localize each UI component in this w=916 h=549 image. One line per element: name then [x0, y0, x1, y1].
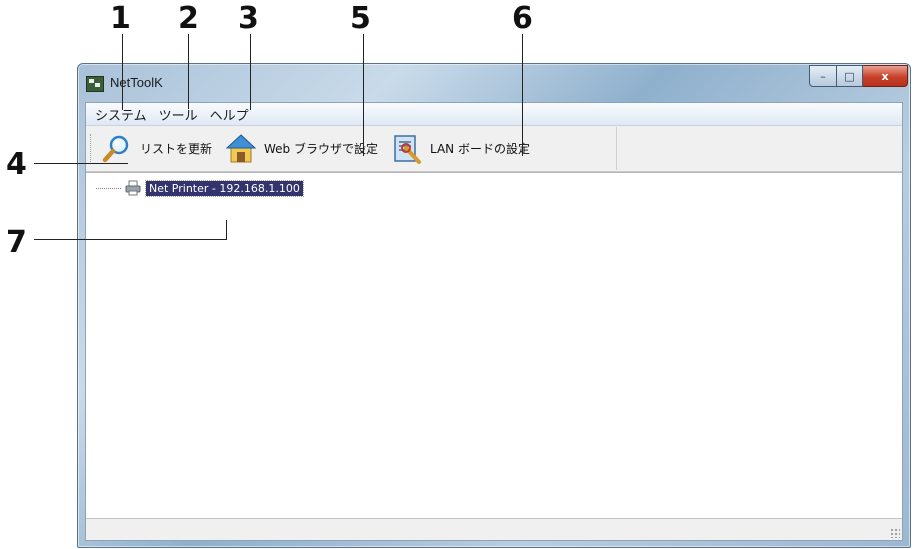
maximize-button[interactable]: □	[837, 65, 863, 87]
client-area: システム ツール ヘルプ リストを更新 Web ブラウザで設定 LAN ボードの…	[85, 102, 903, 541]
callout-3: 3	[238, 1, 259, 36]
window-title: NetToolK	[110, 75, 163, 90]
app-window: NetToolK – □ x システム ツール ヘルプ リストを更新 Web ブ…	[77, 63, 911, 548]
lan-board-settings-button[interactable]: LAN ボードの設定	[386, 129, 536, 169]
callout-5: 5	[350, 1, 371, 36]
leader-line-7-v	[226, 220, 227, 240]
leader-line-6	[522, 34, 523, 156]
lan-board-settings-label: LAN ボードの設定	[430, 142, 530, 156]
leader-line-1	[122, 34, 123, 110]
device-tree: Net Printer - 192.168.1.100	[86, 172, 902, 518]
leader-line-7-h	[34, 239, 227, 240]
network-app-icon	[86, 76, 104, 92]
leader-line-3	[250, 34, 251, 110]
settings-tool-icon	[390, 132, 424, 166]
minimize-button[interactable]: –	[809, 65, 837, 87]
refresh-list-label: リストを更新	[140, 142, 213, 156]
callout-2: 2	[178, 1, 199, 36]
printer-icon	[124, 179, 142, 197]
toolbar-grip[interactable]	[90, 134, 94, 164]
tree-item-label[interactable]: Net Printer - 192.168.1.100	[145, 179, 304, 197]
callout-1: 1	[110, 1, 131, 36]
callout-6: 6	[512, 1, 533, 36]
web-browser-settings-label: Web ブラウザで設定	[264, 142, 378, 156]
window-controls: – □ x	[809, 65, 908, 87]
tree-item[interactable]: Net Printer - 192.168.1.100	[96, 178, 304, 198]
magnifier-icon	[100, 132, 134, 166]
toolbar: リストを更新 Web ブラウザで設定 LAN ボードの設定	[86, 126, 902, 172]
leader-line-2	[188, 34, 189, 109]
toolbar-buttons: リストを更新 Web ブラウザで設定 LAN ボードの設定	[96, 127, 617, 170]
callout-7: 7	[6, 225, 27, 260]
menu-help[interactable]: ヘルプ	[205, 105, 256, 124]
menu-tools[interactable]: ツール	[154, 105, 205, 124]
web-browser-settings-button[interactable]: Web ブラウザで設定	[220, 129, 384, 169]
tree-connector	[96, 187, 121, 189]
resize-grip-icon[interactable]	[890, 528, 900, 538]
menu-bar: システム ツール ヘルプ	[86, 103, 902, 126]
title-bar[interactable]: NetToolK – □ x	[78, 64, 910, 94]
status-bar	[86, 518, 902, 540]
close-button[interactable]: x	[863, 65, 908, 87]
leader-line-4	[34, 163, 128, 164]
callout-4: 4	[6, 147, 27, 182]
house-icon	[224, 132, 258, 166]
leader-line-5	[363, 34, 364, 156]
